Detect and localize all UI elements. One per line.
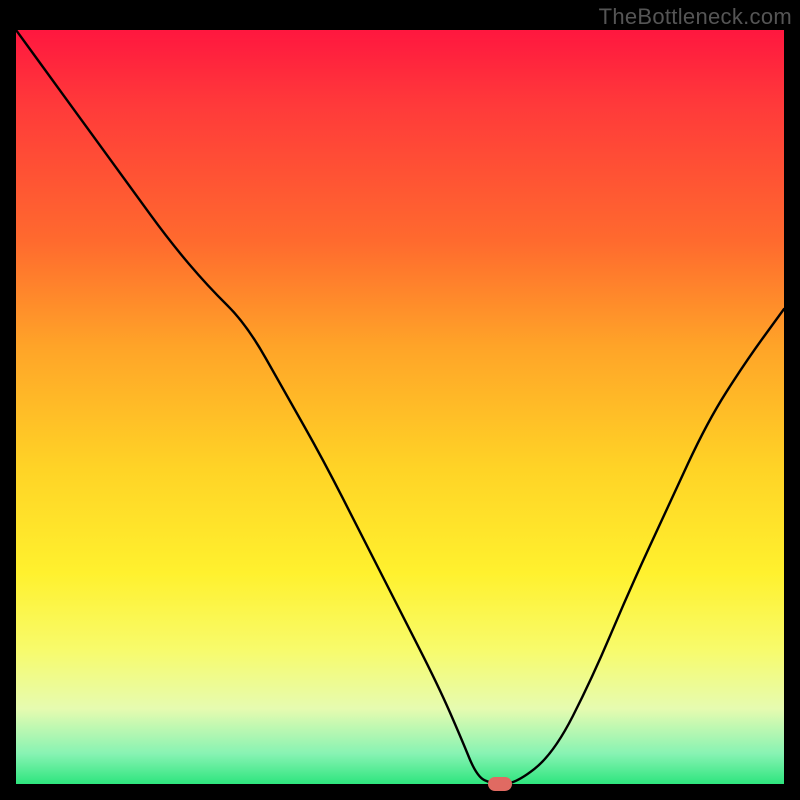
- chart-stage: TheBottleneck.com: [0, 0, 800, 800]
- bottleneck-curve: [16, 30, 784, 784]
- optimum-marker: [488, 777, 512, 791]
- watermark-label: TheBottleneck.com: [599, 4, 792, 30]
